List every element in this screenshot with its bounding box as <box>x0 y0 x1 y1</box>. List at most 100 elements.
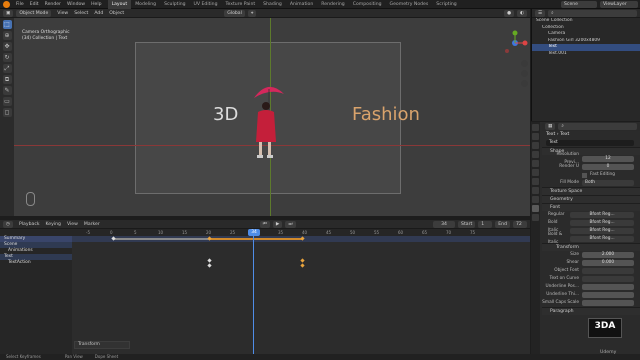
material-tab-icon[interactable] <box>532 214 539 221</box>
tab-uv-editing[interactable]: UV Editing <box>190 0 222 9</box>
data-tab-icon[interactable] <box>532 205 539 212</box>
editor-type-icon[interactable]: ▣ <box>3 9 14 17</box>
text-object-3d[interactable]: 3D <box>213 104 238 125</box>
annotate-tool-icon[interactable]: ✎ <box>2 86 12 95</box>
current-frame-field[interactable]: 34 <box>433 220 456 228</box>
fashion-girl-image[interactable] <box>248 80 290 164</box>
object-font-field[interactable] <box>582 268 634 274</box>
menu-window[interactable]: Window <box>67 2 85 7</box>
menu-marker[interactable]: Marker <box>84 222 100 227</box>
output-tab-icon[interactable] <box>532 142 539 149</box>
outliner-text-001[interactable]: Text.001 <box>532 51 640 58</box>
section-transform[interactable]: Transform <box>542 243 640 251</box>
dope-sheet-area[interactable] <box>72 229 530 354</box>
section-paragraph[interactable]: Paragraph <box>542 307 640 315</box>
underline-pos-field[interactable] <box>582 284 634 290</box>
tab-modeling[interactable]: Modeling <box>131 0 160 9</box>
section-texture-space[interactable]: Texture Space <box>542 187 640 195</box>
tab-geometry-nodes[interactable]: Geometry Nodes <box>386 0 433 9</box>
render-u-field[interactable]: 0 <box>582 164 634 170</box>
menu-playback[interactable]: Playback <box>19 222 40 227</box>
tab-compositing[interactable]: Compositing <box>349 0 386 9</box>
cursor-tool-icon[interactable]: ⊕ <box>2 31 12 40</box>
menu-render[interactable]: Render <box>45 2 61 7</box>
physics-tab-icon[interactable] <box>532 196 539 203</box>
camera-view-icon[interactable] <box>521 80 528 87</box>
navigation-gizmo[interactable] <box>502 30 528 56</box>
snap-icon[interactable]: ⌖ <box>247 9 257 17</box>
shading-solid-icon[interactable]: ● <box>503 9 514 17</box>
jump-start-icon[interactable]: ⏮ <box>259 220 270 228</box>
blender-logo-icon[interactable] <box>3 0 10 8</box>
tab-shading[interactable]: Shading <box>259 0 286 9</box>
start-frame-field[interactable]: 1 <box>478 220 493 228</box>
menu-keying[interactable]: Keying <box>46 222 61 227</box>
modifier-tab-icon[interactable] <box>532 187 539 194</box>
text-object-fashion[interactable]: Fashion <box>352 104 420 125</box>
data-name-field[interactable]: Text <box>546 140 634 146</box>
tool-tab-icon[interactable] <box>532 124 539 131</box>
frame-ruler[interactable] <box>72 229 530 236</box>
operator-panel[interactable]: Transform <box>74 341 130 349</box>
outliner-search-field[interactable]: ⌕ <box>548 9 637 17</box>
underline-pos-label: Underline Pos... <box>545 284 579 289</box>
tab-rendering[interactable]: Rendering <box>317 0 348 9</box>
font-italic-field[interactable]: Bfont Reg... <box>570 228 634 234</box>
shear-field[interactable]: 0.000 <box>582 260 634 266</box>
move-tool-icon[interactable]: ✥ <box>2 42 12 51</box>
font-bold-field[interactable]: Bfont Reg... <box>570 220 634 226</box>
menu-edit[interactable]: Edit <box>30 2 39 7</box>
world-tab-icon[interactable] <box>532 169 539 176</box>
small-caps-field[interactable] <box>582 300 634 306</box>
scene-selector[interactable]: Scene <box>561 0 597 8</box>
underline-thick-field[interactable] <box>582 292 634 298</box>
viewlayer-selector[interactable]: ViewLayer <box>600 0 638 8</box>
size-field[interactable]: 2.000 <box>582 252 634 258</box>
tab-layout[interactable]: Layout <box>107 0 132 9</box>
add-cube-tool-icon[interactable]: ◻ <box>2 108 12 117</box>
tab-sculpting[interactable]: Sculpting <box>160 0 189 9</box>
menu-view[interactable]: View <box>57 11 68 16</box>
select-tool-icon[interactable]: ⬚ <box>2 20 12 29</box>
font-regular-field[interactable]: Bfont Reg... <box>570 212 634 218</box>
playhead-frame-badge[interactable]: 34 <box>248 229 260 236</box>
tab-texture-paint[interactable]: Texture Paint <box>222 0 260 9</box>
rotate-tool-icon[interactable]: ↻ <box>2 53 12 62</box>
properties-search-field[interactable]: ⌕ <box>558 123 637 130</box>
measure-tool-icon[interactable]: ▭ <box>2 97 12 106</box>
object-tab-icon[interactable] <box>532 178 539 185</box>
pan-view-icon[interactable] <box>521 70 528 77</box>
menu-object[interactable]: Object <box>109 11 124 16</box>
menu-timeline-view[interactable]: View <box>67 222 78 227</box>
properties-editor-icon[interactable]: ▦ <box>545 123 556 130</box>
text-on-curve-field[interactable] <box>582 276 634 282</box>
zoom-view-icon[interactable] <box>521 60 528 67</box>
shading-material-icon[interactable]: ◐ <box>516 9 527 17</box>
fill-mode-select[interactable]: Both <box>582 180 634 186</box>
section-geometry[interactable]: Geometry <box>542 195 640 203</box>
play-icon[interactable]: ▶ <box>272 220 283 228</box>
transform-tool-icon[interactable]: ⧉ <box>2 75 12 84</box>
scene-tab-icon[interactable] <box>532 160 539 167</box>
end-frame-field[interactable]: 72 <box>513 220 527 228</box>
channel-textaction[interactable]: TextAction <box>0 260 72 266</box>
section-font[interactable]: Font <box>542 203 640 211</box>
font-bold-italic-field[interactable]: Bfont Reg... <box>570 236 634 242</box>
outliner-editor-icon[interactable]: ☰ <box>535 9 546 17</box>
menu-file[interactable]: File <box>16 2 24 7</box>
playhead-line[interactable] <box>253 229 254 354</box>
menu-help[interactable]: Help <box>91 2 101 7</box>
menu-select[interactable]: Select <box>74 11 88 16</box>
orientation-selector[interactable]: Global <box>224 9 245 17</box>
mode-selector[interactable]: Object Mode <box>16 9 52 17</box>
fast-editing-checkbox[interactable] <box>582 172 587 178</box>
scale-tool-icon[interactable]: ⤢ <box>2 64 12 73</box>
jump-end-icon[interactable]: ⏭ <box>285 220 296 228</box>
dopesheet-editor-icon[interactable]: ◷ <box>3 220 14 228</box>
tab-animation[interactable]: Animation <box>286 0 317 9</box>
render-tab-icon[interactable] <box>532 133 539 140</box>
res-preview-field[interactable]: 12 <box>582 156 634 162</box>
menu-add[interactable]: Add <box>94 11 103 16</box>
tab-scripting[interactable]: Scripting <box>432 0 460 9</box>
view-layer-tab-icon[interactable] <box>532 151 539 158</box>
